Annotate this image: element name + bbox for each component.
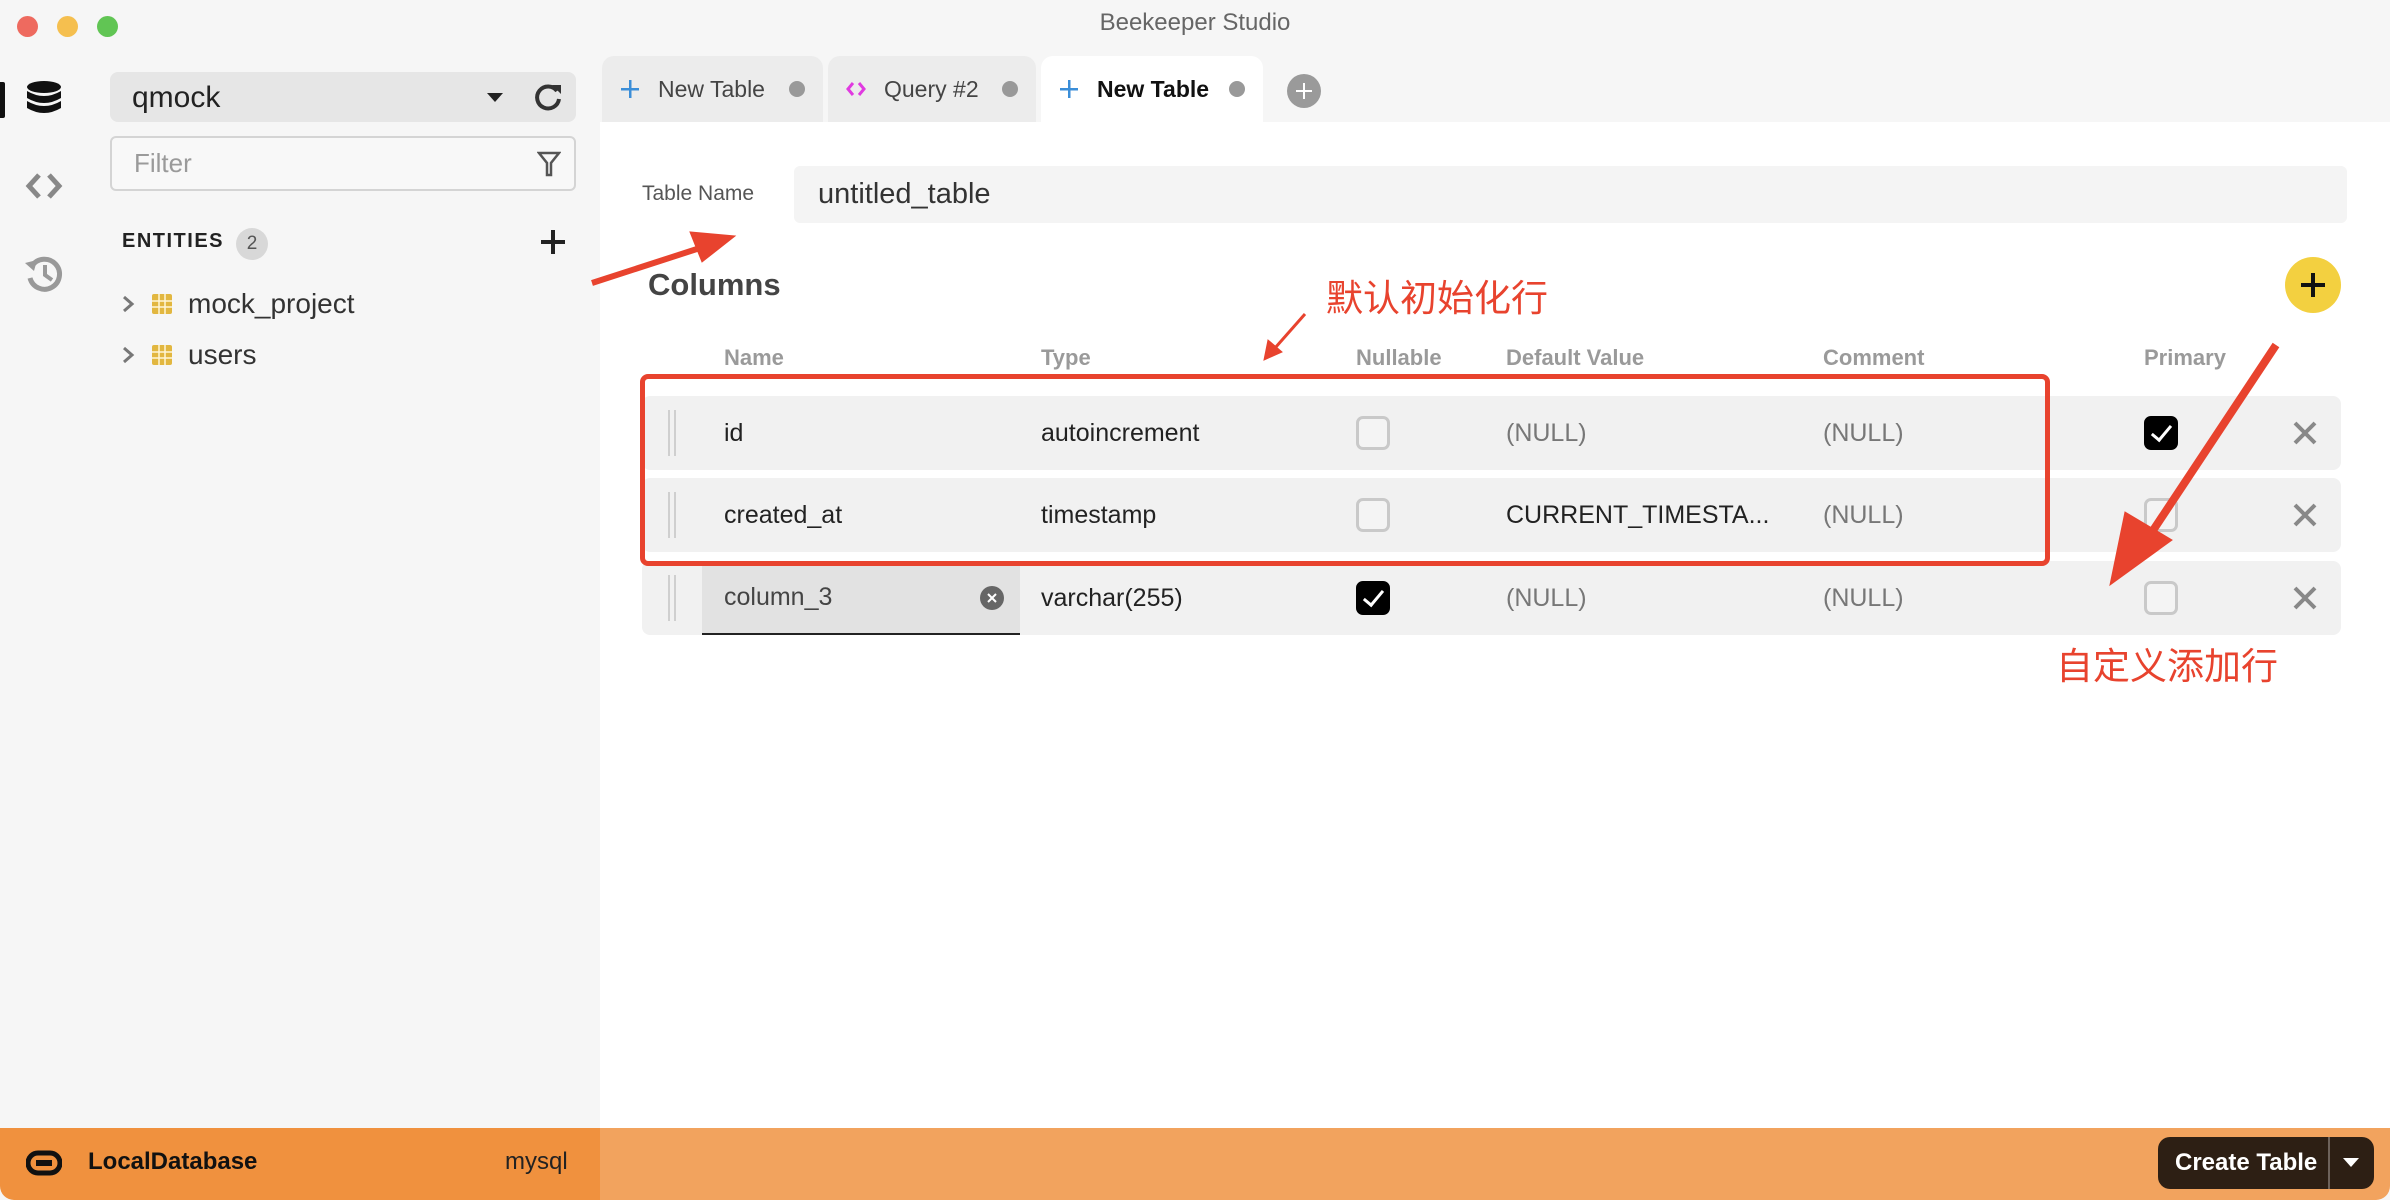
refresh-icon[interactable]: [532, 81, 564, 113]
column-default[interactable]: (NULL): [1506, 561, 1587, 635]
entities-heading: ENTITIES: [122, 230, 225, 252]
column-name-editor[interactable]: [702, 561, 1020, 635]
table-icon: [152, 294, 172, 314]
divider: [2328, 1137, 2330, 1189]
entity-label: users: [188, 339, 257, 370]
add-column-button[interactable]: [2285, 257, 2341, 313]
column-name-input[interactable]: [702, 561, 982, 633]
nullable-checkbox[interactable]: [1356, 581, 1390, 615]
header-name: Name: [724, 345, 784, 370]
new-tab-button[interactable]: [1287, 74, 1321, 108]
close-icon: [987, 593, 997, 603]
create-table-label: Create Table: [2175, 1149, 2318, 1176]
tab-label: New Table: [1097, 75, 1210, 102]
annotation-default-rows: 默认初始化行: [1326, 277, 1548, 320]
primary-checkbox[interactable]: [2144, 416, 2178, 450]
tab-new-table-1[interactable]: New Table: [602, 56, 823, 122]
code-icon: [846, 82, 866, 96]
primary-checkbox[interactable]: [2144, 581, 2178, 615]
chevron-down-icon: [487, 93, 503, 102]
plus-icon: [621, 80, 639, 98]
column-row: varchar(255) (NULL) (NULL): [642, 561, 2341, 635]
remove-column-icon[interactable]: [2292, 585, 2318, 611]
header-nullable: Nullable: [1356, 345, 1442, 370]
tab-label: Query #2: [884, 75, 979, 102]
header-default-value: Default Value: [1506, 345, 1645, 370]
header-primary: Primary: [2144, 345, 2226, 370]
chevron-down-icon[interactable]: [2343, 1158, 2359, 1167]
tab-query-2[interactable]: Query #2: [828, 56, 1036, 122]
header-comment: Comment: [1823, 345, 1925, 370]
chevron-right-icon[interactable]: [118, 294, 138, 314]
tab-new-table-2[interactable]: New Table: [1041, 56, 1263, 122]
plus-icon: [1060, 80, 1078, 98]
primary-checkbox[interactable]: [2144, 498, 2178, 532]
unsaved-dot-icon[interactable]: [1002, 81, 1018, 97]
clear-input-button[interactable]: [980, 586, 1004, 610]
table-name-input[interactable]: [794, 166, 2347, 223]
tab-label: New Table: [658, 75, 765, 102]
history-icon: [25, 256, 63, 292]
unsaved-dot-icon[interactable]: [1229, 81, 1245, 97]
entities-count-badge: 2: [236, 228, 268, 260]
entity-item[interactable]: mock_project: [118, 284, 355, 324]
add-entity-button[interactable]: [540, 229, 566, 255]
database-icon: [27, 81, 61, 113]
filter-icon: [537, 151, 561, 177]
plus-icon: [2301, 273, 2325, 297]
column-type[interactable]: varchar(255): [1041, 561, 1183, 635]
remove-column-icon[interactable]: [2292, 502, 2318, 528]
remove-column-icon[interactable]: [2292, 420, 2318, 446]
window-title: Beekeeper Studio: [1099, 9, 1291, 36]
entity-item[interactable]: users: [118, 335, 256, 375]
active-indicator: [0, 82, 5, 118]
action-status-bar: [600, 1128, 2390, 1200]
create-table-button[interactable]: Create Table: [2158, 1137, 2374, 1189]
annotation-custom-row: 自定义添加行: [2056, 645, 2278, 688]
plus-icon: [1296, 83, 1312, 99]
connection-name[interactable]: LocalDatabase: [88, 1148, 257, 1176]
annotation-box-default-rows: [640, 374, 2050, 566]
activity-query[interactable]: [20, 164, 68, 208]
drag-handle[interactable]: [668, 575, 676, 621]
chevron-right-icon[interactable]: [118, 345, 138, 365]
table-icon: [152, 345, 172, 365]
database-select[interactable]: qmock: [110, 72, 576, 122]
connection-type: mysql: [505, 1148, 568, 1175]
table-name-label: Table Name: [642, 182, 755, 205]
filter-input[interactable]: [110, 136, 576, 191]
link-icon: [26, 1150, 62, 1176]
activity-history[interactable]: [20, 252, 68, 296]
entity-label: mock_project: [188, 288, 355, 319]
code-icon: [25, 173, 63, 199]
header-type: Type: [1041, 345, 1091, 370]
column-comment[interactable]: (NULL): [1823, 561, 1904, 635]
unsaved-dot-icon[interactable]: [789, 81, 805, 97]
columns-heading: Columns: [648, 267, 781, 302]
database-name: qmock: [132, 81, 221, 114]
activity-database[interactable]: [20, 77, 68, 121]
